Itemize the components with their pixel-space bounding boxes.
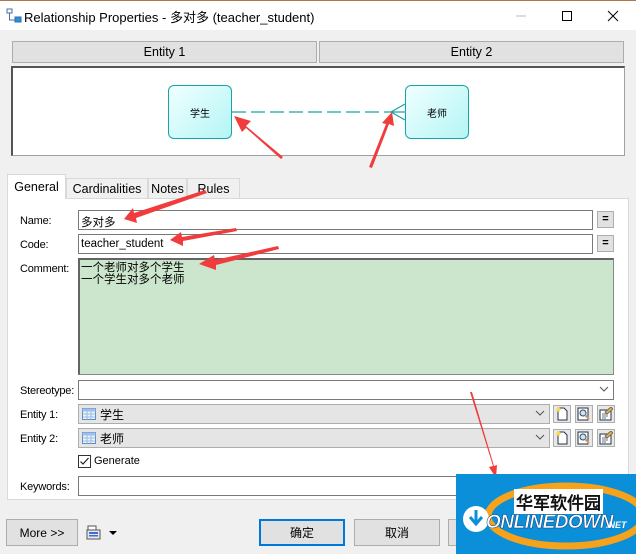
- relationship-diagram: 学生 老师: [11, 66, 625, 156]
- watermark-cn-text: 华军软件园: [514, 489, 603, 514]
- entity2-combo[interactable]: 老师: [78, 428, 550, 448]
- properties-icon: [599, 407, 613, 421]
- find-icon: [577, 431, 590, 445]
- comment-line: 一个老师对多个学生: [81, 262, 185, 274]
- comment-label: Comment:: [20, 263, 70, 275]
- maximize-icon: [562, 10, 572, 21]
- properties-icon: [599, 431, 613, 445]
- entity1-header[interactable]: Entity 1: [12, 41, 317, 63]
- close-icon: [607, 10, 619, 21]
- tab-cardinalities[interactable]: Cardinalities: [66, 178, 148, 198]
- window-title: Relationship Properties - 多对多 (teacher_s…: [24, 10, 315, 25]
- dropdown-arrow-icon: [109, 531, 117, 535]
- chevron-down-icon: [599, 386, 609, 392]
- checkmark-icon: [80, 457, 89, 465]
- entity1-combo[interactable]: 学生: [78, 404, 550, 424]
- entity1-label: Entity 1:: [20, 409, 58, 421]
- minimize-button[interactable]: [498, 1, 544, 30]
- entity2-new-button[interactable]: [553, 429, 571, 447]
- entity2-properties-button[interactable]: [575, 429, 593, 447]
- table-icon: [82, 408, 96, 420]
- keywords-label: Keywords:: [20, 481, 70, 493]
- entity1-edit-button[interactable]: [597, 405, 615, 423]
- entity1-properties-button[interactable]: [575, 405, 593, 423]
- table-icon: [82, 432, 96, 444]
- diagram-entity-2[interactable]: 老师: [405, 85, 469, 139]
- entity1-new-button[interactable]: [553, 405, 571, 423]
- ok-button[interactable]: 确定: [259, 519, 345, 546]
- entity2-edit-button[interactable]: [597, 429, 615, 447]
- name-equals-button[interactable]: =: [597, 211, 614, 228]
- maximize-button[interactable]: [544, 1, 590, 30]
- tab-rules[interactable]: Rules: [187, 178, 240, 198]
- new-icon: [556, 431, 568, 445]
- chevron-down-icon: [535, 410, 545, 416]
- diagram-entity-1[interactable]: 学生: [168, 85, 232, 139]
- chevron-down-icon: [535, 434, 545, 440]
- find-icon: [577, 407, 590, 421]
- entity2-value: 老师: [100, 431, 125, 446]
- comment-line: 一个学生对多个老师: [81, 274, 185, 286]
- more-button[interactable]: More >>: [6, 519, 78, 546]
- code-label: Code:: [20, 239, 49, 251]
- entity2-header[interactable]: Entity 2: [319, 41, 624, 63]
- generate-label: Generate: [94, 455, 140, 467]
- title-bar: Relationship Properties - 多对多 (teacher_s…: [0, 0, 636, 30]
- stereotype-label: Stereotype:: [20, 385, 75, 397]
- stereotype-combo[interactable]: [78, 380, 614, 400]
- tab-notes[interactable]: Notes: [148, 178, 187, 198]
- minimize-icon: [516, 15, 526, 16]
- close-button[interactable]: [590, 1, 636, 30]
- name-label: Name:: [20, 215, 52, 227]
- generate-checkbox[interactable]: [78, 455, 91, 468]
- cancel-button[interactable]: 取消: [354, 519, 440, 546]
- entity1-value: 学生: [100, 407, 125, 422]
- watermark-en-text: ONLINEDOWN: [486, 512, 614, 534]
- watermark-logo: 华军软件园 ONLINEDOWN .NET: [456, 474, 636, 554]
- code-equals-button[interactable]: =: [597, 235, 614, 252]
- print-menu-icon: [86, 525, 101, 540]
- code-field[interactable]: teacher_student: [78, 234, 593, 254]
- relationship-icon: [6, 8, 22, 23]
- name-field[interactable]: 多对多: [78, 210, 593, 230]
- print-menu-button[interactable]: [86, 524, 120, 542]
- relationship-line: [232, 103, 406, 121]
- tab-general[interactable]: General: [7, 174, 66, 199]
- watermark-suffix: .NET: [606, 520, 627, 530]
- new-icon: [556, 407, 568, 421]
- entity2-label: Entity 2:: [20, 433, 58, 445]
- comment-textarea[interactable]: 一个老师对多个学生 一个学生对多个老师: [78, 258, 614, 375]
